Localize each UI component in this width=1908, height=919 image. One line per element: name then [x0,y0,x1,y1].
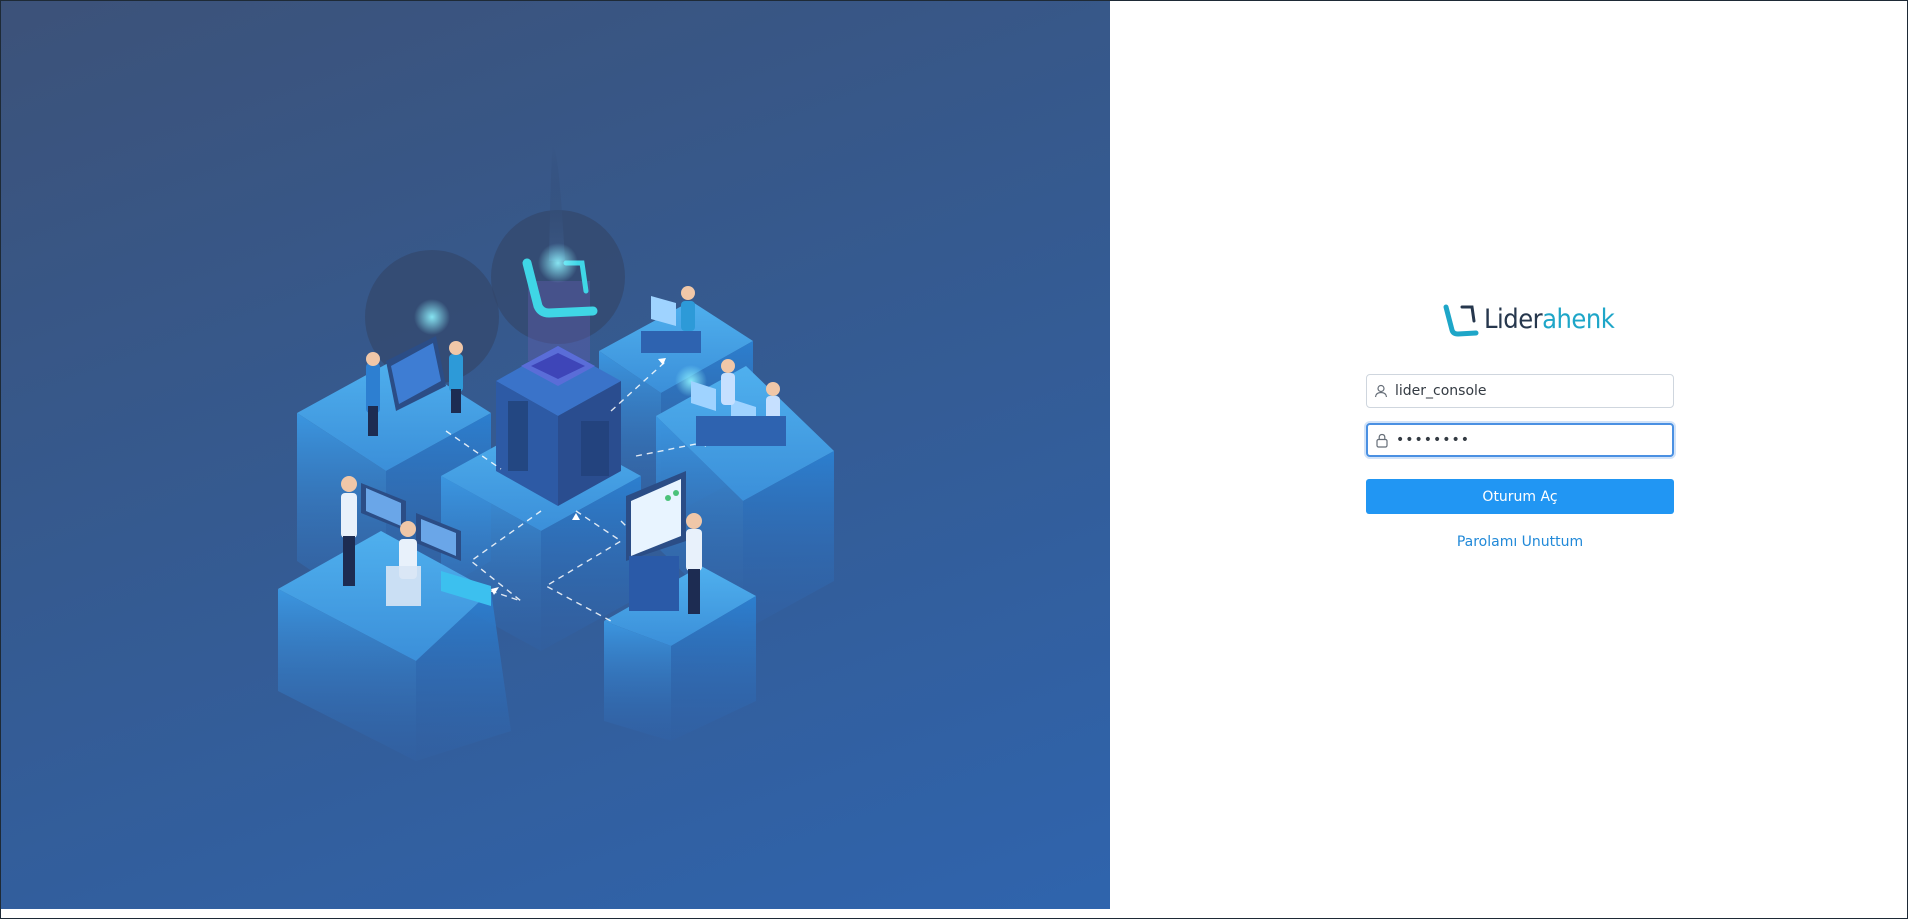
user-icon [1367,384,1395,398]
hero-illustration-panel [1,1,1110,909]
username-input[interactable] [1395,383,1665,399]
brand-name-part2: ahenk [1542,304,1615,335]
liderahenk-logo-icon [1443,304,1479,337]
username-field[interactable] [1366,374,1674,408]
isometric-network-illustration [278,146,834,761]
login-panel [1110,1,1907,918]
login-button[interactable]: Oturum Aç [1366,479,1674,514]
lock-icon [1368,433,1396,448]
password-input[interactable] [1396,432,1666,448]
brand-name: Liderahenk [1484,303,1615,337]
liderahenk-logo: Liderahenk [1442,302,1615,338]
forgot-password-link[interactable]: Parolamı Unuttum [1366,534,1674,550]
password-field[interactable] [1366,423,1674,457]
brand-name-part1: Lider [1484,304,1543,335]
bottom-strip [1,909,1110,918]
